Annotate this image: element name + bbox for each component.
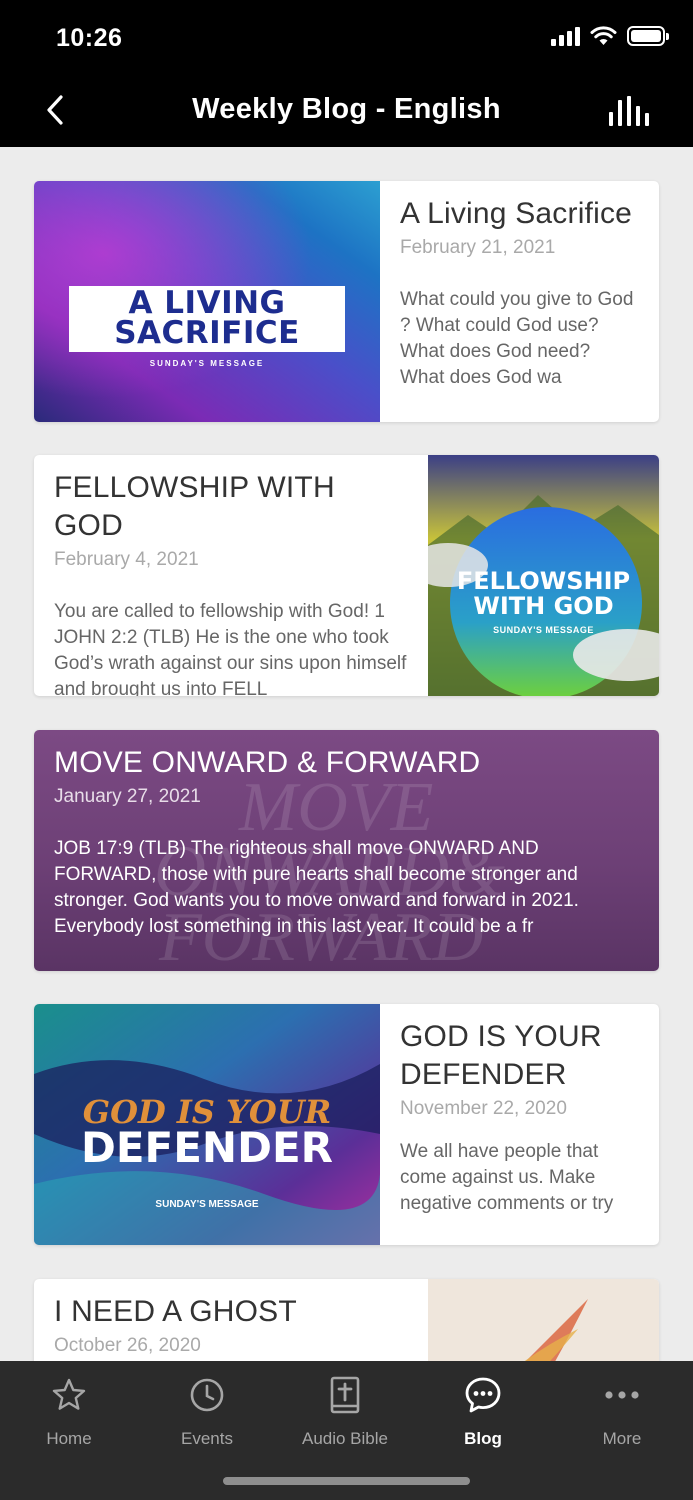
post-excerpt: You are called to fellowship with God! 1… (54, 601, 407, 696)
tab-events[interactable]: Events (138, 1375, 276, 1449)
post-date: October 26, 2020 (54, 1335, 201, 1356)
post-text: A Living Sacrifice February 21, 2021 Wha… (380, 181, 659, 391)
blog-post-card[interactable]: FELLOWSHIP WITH GOD February 4, 2021 You… (34, 455, 659, 696)
tab-home[interactable]: Home (0, 1375, 138, 1449)
post-title: FELLOWSHIP WITH GOD (54, 471, 335, 542)
blog-feed[interactable]: A LIVING SACRIFICE SUNDAY'S MESSAGE A Liv… (0, 147, 693, 1361)
post-text: GOD IS YOUR DEFENDER November 22, 2020 W… (380, 1004, 659, 1217)
audio-levels-button[interactable] (609, 96, 649, 126)
post-text: MOVE ONWARD & FORWARD January 27, 2021 J… (34, 730, 659, 940)
home-indicator[interactable] (223, 1477, 470, 1485)
tab-audio-bible[interactable]: Audio Bible (276, 1375, 414, 1449)
thumbnail-subtitle: SUNDAY'S MESSAGE (493, 625, 594, 635)
post-date: November 22, 2020 (400, 1098, 567, 1119)
tab-more[interactable]: More (553, 1375, 691, 1449)
post-text: FELLOWSHIP WITH GOD February 4, 2021 You… (34, 455, 428, 696)
thumbnail-heading: FELLOWSHIP WITH GOD (456, 567, 631, 620)
post-excerpt: We all have people that come against us.… (400, 1141, 614, 1214)
status-time: 10:26 (56, 24, 123, 52)
post-excerpt: JOB 17:9 (TLB) The righteous shall move … (54, 838, 579, 937)
post-thumbnail: A LIVING SACRIFICE SUNDAY'S MESSAGE (34, 181, 380, 422)
tab-label: Blog (464, 1429, 502, 1448)
post-title: I NEED A GHOST (54, 1295, 297, 1328)
more-dots-icon (605, 1391, 639, 1399)
tab-label: More (602, 1429, 642, 1448)
top-bar: 10:26 Weekly Blog - English (0, 0, 693, 147)
cellular-signal-icon (551, 26, 580, 46)
star-icon (52, 1378, 86, 1410)
post-date: February 21, 2021 (400, 237, 556, 258)
bible-icon (330, 1376, 360, 1414)
clock-icon (190, 1378, 224, 1412)
blog-post-card[interactable]: GOD IS YOUR DEFENDER SUNDAY'S MESSAGE GO… (34, 1004, 659, 1245)
post-date: February 4, 2021 (54, 549, 199, 570)
thumbnail-heading: A LIVING SACRIFICE (114, 285, 300, 351)
thumbnail-heading: DEFENDER (81, 1123, 333, 1172)
blog-post-card[interactable]: I NEED A GHOST October 26, 2020 (34, 1279, 659, 1361)
post-title: MOVE ONWARD & FORWARD (54, 746, 481, 779)
post-title: GOD IS YOUR DEFENDER (400, 1020, 602, 1091)
tab-label: Home (46, 1429, 92, 1448)
wifi-icon (590, 26, 617, 45)
tab-label: Events (181, 1429, 233, 1448)
battery-icon (627, 26, 669, 46)
tab-blog[interactable]: Blog (414, 1375, 552, 1449)
status-icons (551, 26, 669, 46)
page-title: Weekly Blog - English (192, 93, 501, 125)
thumbnail-subtitle: SUNDAY'S MESSAGE (149, 359, 265, 368)
post-thumbnail: FELLOWSHIP WITH GOD SUNDAY'S MESSAGE (428, 455, 659, 696)
post-excerpt: What could you give to God ? What could … (400, 289, 634, 388)
post-text: I NEED A GHOST October 26, 2020 (34, 1279, 428, 1358)
blog-post-card[interactable]: MOVE ONWARD& FORWARD MOVE ONWARD & FORWA… (34, 730, 659, 971)
post-thumbnail (428, 1279, 659, 1361)
tab-label: Audio Bible (301, 1429, 388, 1448)
post-thumbnail: GOD IS YOUR DEFENDER SUNDAY'S MESSAGE (34, 1004, 380, 1245)
chat-bubble-icon (465, 1377, 501, 1413)
blog-post-card[interactable]: A LIVING SACRIFICE SUNDAY'S MESSAGE A Liv… (34, 181, 659, 422)
thumbnail-subtitle: SUNDAY'S MESSAGE (155, 1199, 259, 1210)
post-title: A Living Sacrifice (400, 197, 633, 230)
post-date: January 27, 2021 (54, 786, 201, 807)
